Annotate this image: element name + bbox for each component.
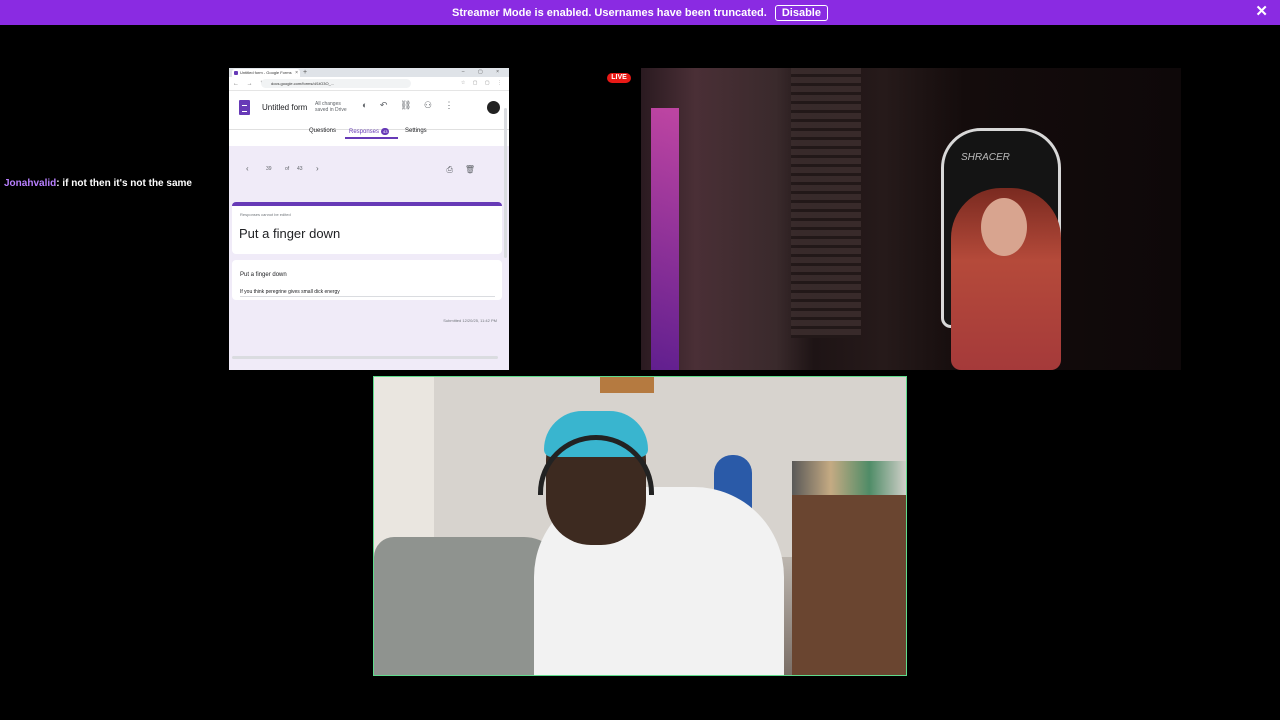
question-card: Put a finger down If you think peregrine…: [232, 260, 502, 300]
google-forms-icon[interactable]: [239, 100, 250, 115]
browser-tab-title: Untitled form - Google Forms: [240, 70, 292, 75]
answer-text: If you think peregrine gives small dick …: [240, 289, 340, 295]
shared-browser-window: Untitled form - Google Forms × + – ▢ × ←…: [229, 68, 509, 370]
tab-questions[interactable]: Questions: [309, 128, 336, 134]
chat-message: Jonahvalid: if not then it's not the sam…: [4, 178, 192, 189]
address-bar[interactable]: docs.google.com/forms/d/1tO3O_...: [261, 79, 411, 88]
dresser: [792, 495, 906, 675]
extension-icons[interactable]: ☆ ▢ ▢ ⋮: [461, 79, 505, 88]
streamer-mode-banner: Streamer Mode is enabled. Usernames have…: [0, 0, 1280, 25]
neon-light: [651, 108, 679, 370]
tab-close-icon[interactable]: ×: [295, 69, 298, 77]
pager-of-label: of: [285, 166, 290, 172]
form-tabs: Questions Responses 43 Settings: [229, 124, 509, 140]
form-toolbar-icons[interactable]: ◐ ↶ ⛓ ⚇ ⋮: [362, 100, 458, 111]
chat-username[interactable]: Jonahvalid: [4, 178, 56, 189]
active-tab-indicator: [345, 137, 398, 139]
webcam-feed-top: SHRACER: [641, 68, 1181, 370]
forms-favicon-icon: [234, 71, 238, 75]
response-pager: ‹ 39 of 43 › ⎙🗑: [229, 146, 509, 196]
close-icon[interactable]: ✕: [1255, 4, 1268, 19]
chat-text: : if not then it's not the same: [56, 178, 192, 189]
wall-poster: [600, 377, 654, 393]
submitted-timestamp: Submitted 12/20/25, 11:42 PM: [443, 318, 497, 323]
prev-icon[interactable]: ‹: [246, 164, 249, 173]
response-title: Put a finger down: [239, 226, 341, 241]
webcam-feed-bottom: [373, 376, 907, 676]
chair-brand: SHRACER: [961, 152, 1010, 163]
current-response-number[interactable]: 39: [266, 166, 272, 172]
form-title[interactable]: Untitled form: [262, 103, 307, 112]
answer-underline: [240, 296, 495, 297]
browser-tab-bar: Untitled form - Google Forms × + – ▢ ×: [229, 68, 509, 77]
form-content: ‹ 39 of 43 › ⎙🗑 Responses cannot be edit…: [229, 140, 509, 370]
window-blinds: [791, 68, 861, 338]
avatar[interactable]: [487, 101, 500, 114]
disable-button[interactable]: Disable: [774, 4, 828, 21]
responses-note: Responses cannot be edited: [240, 212, 291, 217]
next-icon[interactable]: ›: [316, 164, 319, 173]
browser-tab[interactable]: Untitled form - Google Forms ×: [232, 69, 300, 77]
total-responses: 43: [297, 166, 303, 172]
response-title-card: Responses cannot be edited Put a finger …: [232, 202, 502, 254]
print-icon[interactable]: ⎙: [446, 165, 464, 174]
dresser-items: [792, 461, 906, 497]
trash-icon[interactable]: 🗑: [465, 165, 487, 174]
browser-url-bar: ← → ↻ docs.google.com/forms/d/1tO3O_... …: [229, 77, 509, 91]
tab-settings[interactable]: Settings: [405, 128, 427, 134]
new-tab-icon[interactable]: +: [303, 68, 307, 77]
horizontal-scrollbar[interactable]: [232, 356, 498, 359]
saved-status: All changes saved in Drive: [315, 101, 347, 113]
tab-responses-label: Responses: [349, 129, 380, 136]
streamer-face: [981, 198, 1027, 256]
live-badge: LIVE: [607, 73, 631, 83]
tab-responses[interactable]: Responses 43: [349, 128, 390, 136]
vertical-scrollbar[interactable]: [504, 108, 507, 258]
banner-message: Streamer Mode is enabled. Usernames have…: [452, 6, 767, 19]
responses-count-badge: 43: [381, 128, 390, 135]
window-controls[interactable]: – ▢ ×: [462, 68, 505, 77]
question-text: Put a finger down: [240, 272, 287, 278]
print-delete-icons[interactable]: ⎙🗑: [446, 165, 487, 175]
